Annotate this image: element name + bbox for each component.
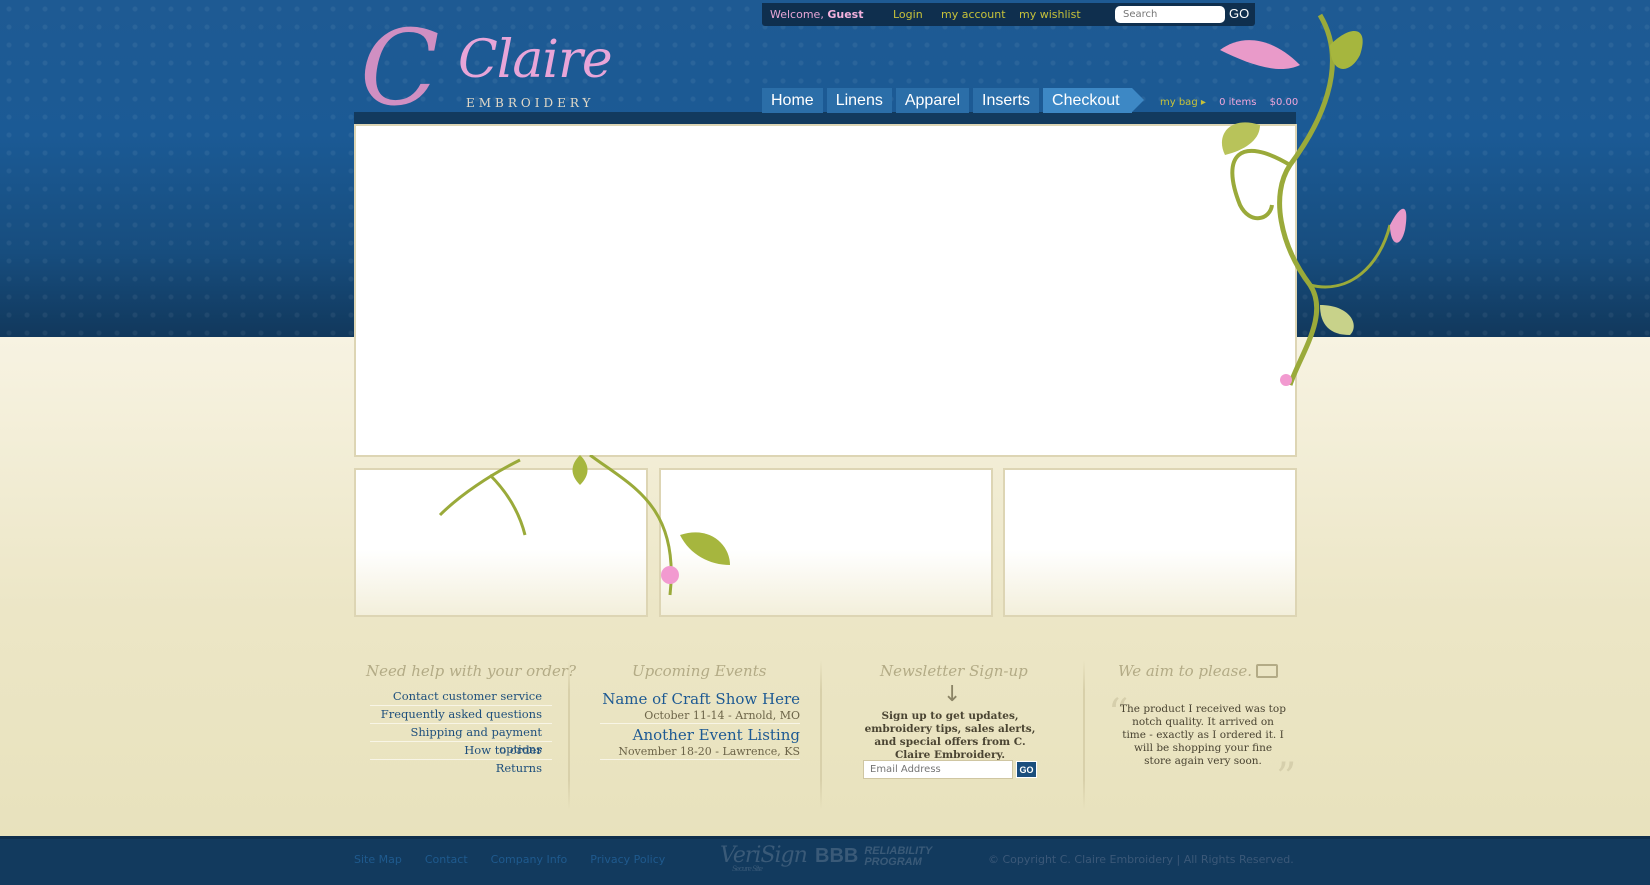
- help-link-returns[interactable]: Returns: [370, 760, 552, 778]
- feature-box-1: [354, 468, 648, 617]
- help-link-faq[interactable]: Frequently asked questions: [370, 706, 552, 724]
- my-wishlist-link[interactable]: my wishlist: [1019, 8, 1081, 21]
- footer-link-sitemap[interactable]: Site Map: [354, 853, 402, 866]
- testimonial-title: We aim to please.: [1118, 662, 1252, 680]
- footer-link-privacy[interactable]: Privacy Policy: [590, 853, 665, 866]
- help-link-contact[interactable]: Contact customer service: [370, 688, 552, 706]
- column-divider: [1083, 660, 1085, 810]
- logo-initial: C: [360, 7, 440, 129]
- bbb-mark: BBB: [815, 845, 859, 867]
- welcome-user: Guest: [827, 8, 864, 21]
- bag-label: my bag: [1160, 97, 1198, 108]
- event-name: Another Event Listing: [632, 726, 800, 744]
- welcome-message: Welcome, Guest: [770, 8, 864, 21]
- nav-checkout[interactable]: Checkout: [1043, 88, 1144, 113]
- arrow-down-icon: ↓: [943, 682, 962, 707]
- help-link-shipping[interactable]: Shipping and payment options: [370, 724, 552, 756]
- bag-item-count: 0 items: [1219, 97, 1257, 108]
- nav-linens[interactable]: Linens: [826, 88, 892, 113]
- logo-tagline: EMBROIDERY: [466, 96, 595, 110]
- event-item[interactable]: Name of Craft Show Here October 11-14 - …: [600, 690, 800, 724]
- feature-box-2: [659, 468, 993, 617]
- search-input[interactable]: [1115, 6, 1225, 23]
- nav-apparel[interactable]: Apparel: [895, 88, 969, 113]
- search-go-button[interactable]: GO: [1229, 6, 1249, 21]
- events-title: Upcoming Events: [632, 662, 767, 680]
- copyright-text: © Copyright C. Claire Embroidery | All R…: [988, 853, 1294, 866]
- footer-link-contact[interactable]: Contact: [425, 853, 468, 866]
- event-name: Name of Craft Show Here: [602, 690, 800, 708]
- newsletter-title: Newsletter Sign-up: [880, 662, 1028, 680]
- shopping-bag[interactable]: my bag ▸ 0 items $0.00: [1160, 97, 1298, 108]
- event-date: November 18-20 - Lawrence, KS: [618, 745, 800, 758]
- feature-box-3: [1003, 468, 1297, 617]
- footer-link-company-info[interactable]: Company Info: [491, 853, 568, 866]
- help-title: Need help with your order?: [366, 662, 577, 680]
- testimonial-text: The product I received was top notch qua…: [1120, 703, 1286, 767]
- utility-bar: Welcome, Guest Login my account my wishl…: [762, 3, 1255, 26]
- verisign-badge[interactable]: VeriSign Secure Site: [720, 843, 808, 873]
- hero-panel: [354, 124, 1297, 457]
- column-divider: [568, 660, 570, 810]
- column-divider: [820, 660, 822, 810]
- nav-inserts[interactable]: Inserts: [973, 88, 1040, 113]
- newsletter-go-button[interactable]: GO: [1016, 761, 1037, 778]
- close-quote-icon: ”: [1276, 755, 1297, 801]
- event-item[interactable]: Another Event Listing November 18-20 - L…: [600, 726, 800, 760]
- nav-home[interactable]: Home: [762, 88, 823, 113]
- bbb-badge[interactable]: BBB RELIABILITY PROGRAM: [815, 845, 934, 868]
- newsletter-email-input[interactable]: [863, 760, 1013, 779]
- help-link-how-to-order[interactable]: How to order: [370, 742, 552, 760]
- main-nav: Home Linens Apparel Inserts Checkout: [762, 88, 1144, 113]
- bbb-program: RELIABILITY PROGRAM: [864, 844, 932, 868]
- help-links: Contact customer service Frequently aske…: [370, 688, 552, 778]
- login-link[interactable]: Login: [893, 8, 923, 21]
- speech-bubble-icon: [1256, 664, 1278, 678]
- my-account-link[interactable]: my account: [941, 8, 1006, 21]
- bag-total: $0.00: [1269, 97, 1299, 108]
- logo-name: Claire: [458, 30, 613, 90]
- footer-links: Site Map Contact Company Info Privacy Po…: [354, 853, 688, 866]
- newsletter-description: Sign up to get updates, embroidery tips,…: [864, 710, 1036, 761]
- event-date: October 11-14 - Arnold, MO: [644, 709, 800, 722]
